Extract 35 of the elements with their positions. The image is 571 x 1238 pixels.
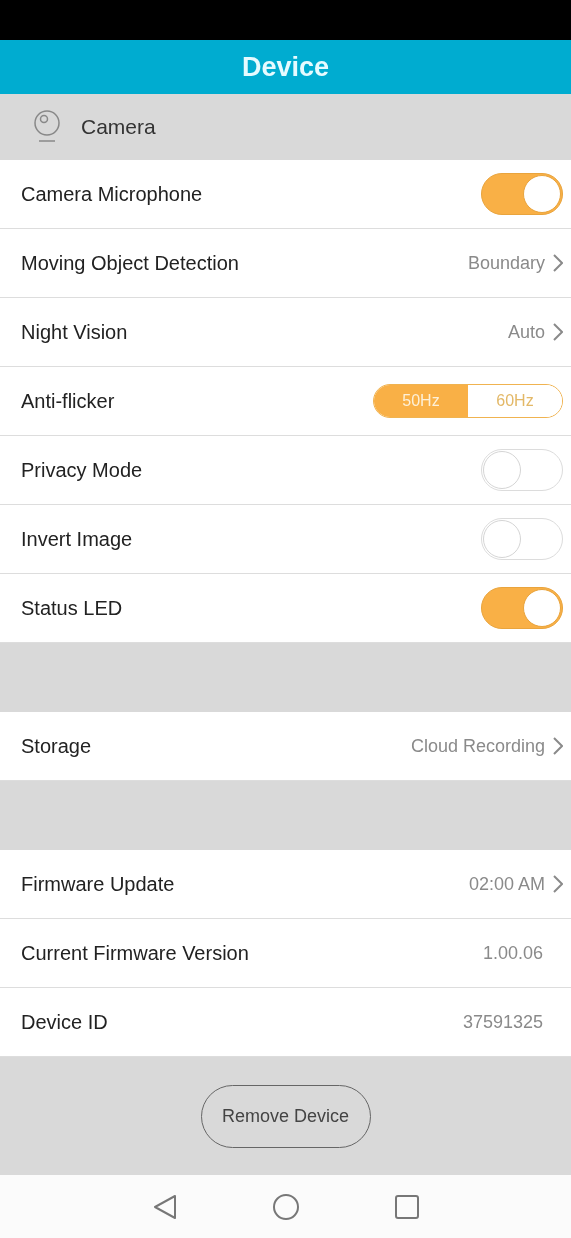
toggle-switch[interactable]	[481, 173, 563, 215]
row-label: Storage	[21, 734, 92, 759]
chevron-right-icon	[553, 323, 563, 341]
row-label: Current Firmware Version	[21, 941, 249, 966]
toggle-switch[interactable]	[481, 587, 563, 629]
row-label: Status LED	[21, 596, 123, 621]
row-label: Device ID	[21, 1010, 108, 1035]
row-label: Invert Image	[21, 527, 133, 552]
toggle-switch[interactable]	[481, 449, 563, 491]
toggle-switch[interactable]	[481, 518, 563, 560]
settings-row[interactable]: Storage Cloud Recording	[0, 712, 571, 781]
chevron-right-icon	[553, 875, 563, 893]
row-value: Auto	[507, 320, 545, 344]
chevron-right-icon	[553, 254, 563, 272]
row-value: 37591325	[462, 1010, 544, 1034]
header-title: Device	[241, 50, 330, 84]
row-label: Privacy Mode	[21, 458, 143, 483]
settings-row[interactable]: Firmware Update 02:00 AM	[0, 850, 571, 919]
row-value: Boundary	[467, 251, 545, 275]
row-label: Camera Microphone	[21, 182, 203, 207]
row-value: Cloud Recording	[410, 734, 545, 758]
row-label: Firmware Update	[21, 872, 175, 897]
chevron-right-icon	[553, 737, 563, 755]
settings-row[interactable]: Night Vision Auto	[0, 298, 571, 367]
row-label: Moving Object Detection	[21, 251, 239, 276]
row-label: Night Vision	[21, 320, 128, 345]
row-value: 1.00.06	[482, 941, 544, 965]
home-icon[interactable]	[271, 1192, 300, 1221]
section-title: Camera	[81, 114, 156, 141]
row-label: Anti-flicker	[21, 389, 115, 414]
camera-icon	[33, 110, 61, 144]
recents-icon[interactable]	[394, 1194, 419, 1219]
settings-row[interactable]: Moving Object Detection Boundary	[0, 229, 571, 298]
row-value: 02:00 AM	[468, 872, 545, 896]
back-icon[interactable]	[152, 1193, 177, 1220]
